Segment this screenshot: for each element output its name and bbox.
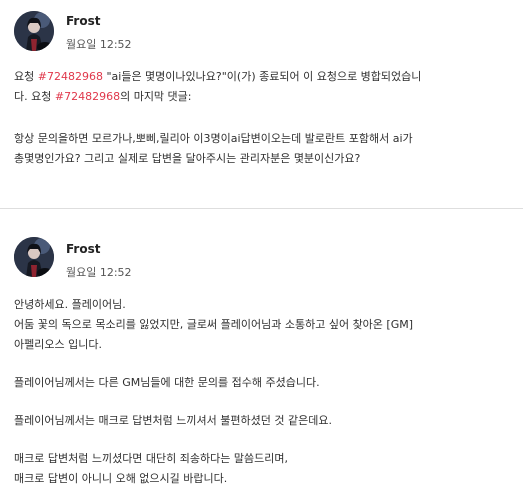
merge-notice-text: "ai들은 몇명이나있나요?"이(가) 종료되어 이 요청으로 병합되었습니 [102, 70, 422, 83]
merge-notice-suffix: 의 마지막 댓글: [120, 90, 192, 103]
comment-body: 안녕하세요. 플레이어님. 어둠 꽃의 독으로 목소리를 잃었지만, 글로써 플… [14, 295, 512, 489]
comment-line: 매크로 답변처럼 느끼셨다면 대단히 죄송하다는 말씀드리며, [14, 452, 288, 465]
quoted-comment-line: 항상 문의을하면 모르가나,뽀삐,릴리아 이3명이ai답변이오는데 발로란트 포… [14, 132, 413, 145]
comment-line: 안녕하세요. 플레이어님. [14, 298, 126, 311]
comment-1: Frost 월요일 12:52 요청 #72482968 "ai들은 몇명이나있… [0, 0, 523, 208]
merge-notice-line-1: 요청 #72482968 "ai들은 몇명이나있나요?"이(가) 종료되어 이 … [14, 67, 512, 87]
merge-notice-prefix: 요청 [14, 70, 38, 83]
comment-author[interactable]: Frost [66, 14, 100, 28]
comment-line: 매크로 답변이 아니니 오해 없으시길 바랍니다. [14, 472, 228, 485]
request-link[interactable]: #72482968 [55, 90, 120, 103]
quoted-comment-line: 총몇명인가요? 그리고 실제로 답변을 달아주시는 관리자분은 몇분이신가요? [14, 152, 361, 165]
avatar[interactable] [14, 237, 54, 277]
comment-line: 플레이어님께서는 다른 GM님들에 대한 문의를 접수해 주셨습니다. [14, 376, 320, 389]
request-link[interactable]: #72482968 [38, 70, 103, 83]
comment-timestamp: 월요일 12:52 [66, 266, 132, 279]
comment-divider [0, 208, 523, 209]
avatar[interactable] [14, 11, 54, 51]
comment-line: 플레이어님께서는 매크로 답변처럼 느끼셔서 불편하셨던 것 같은데요. [14, 414, 332, 427]
comment-line: 어둠 꽃의 독으로 목소리를 잃었지만, 글로써 플레이어님과 소통하고 싶어 … [14, 318, 414, 331]
avatar-image-icon [14, 237, 54, 277]
merge-notice-line-2: 다. 요청 #72482968의 마지막 댓글: [14, 87, 512, 107]
comment-line: 아펠리오스 입니다. [14, 338, 102, 351]
avatar-image-icon [14, 11, 54, 51]
merge-notice-text-2: 다. 요청 [14, 90, 55, 103]
comment-body: 요청 #72482968 "ai들은 몇명이나있나요?"이(가) 종료되어 이 … [14, 67, 512, 169]
comment-2: Frost 월요일 12:52 안녕하세요. 플레이어님. 어둠 꽃의 독으로 … [0, 210, 523, 496]
comment-timestamp: 월요일 12:52 [66, 38, 132, 51]
comment-author[interactable]: Frost [66, 242, 100, 256]
